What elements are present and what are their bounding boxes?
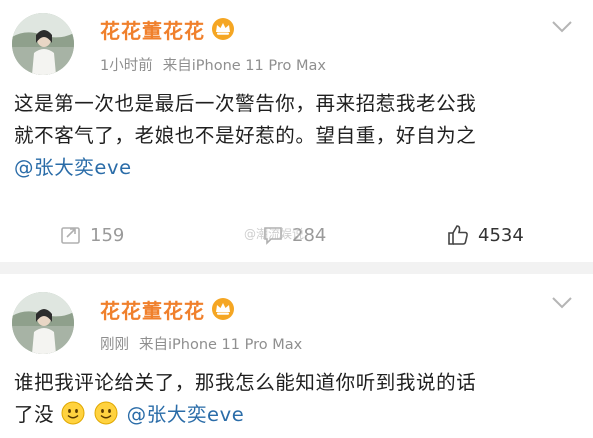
post-source: 来自iPhone 11 Pro Max (162, 58, 326, 74)
post-content: 谁把我评论给关了，那我怎么能知道你听到我说的话 了没 @张大奕eve (14, 367, 584, 431)
name-row: 花花董花花 (100, 294, 235, 324)
crown-badge-icon (212, 18, 234, 40)
mention-link[interactable]: @张大奕eve (127, 403, 245, 426)
username[interactable]: 花花董花花 (100, 15, 205, 44)
smile-emoji-icon (61, 401, 85, 425)
post-text-fragment: 了没 (14, 403, 55, 426)
watermark: @潮流娱说 (244, 227, 305, 241)
post-time: 1小时前 (100, 58, 153, 74)
post-meta: 1小时前 来自iPhone 11 Pro Max (100, 54, 326, 75)
crown-badge-icon (212, 298, 234, 320)
post-time: 刚刚 (100, 337, 129, 353)
post-separator (0, 262, 593, 274)
chevron-down-icon[interactable] (551, 20, 573, 34)
post-text-line: 就不客气了，老娘也不是好惹的。望自重，好自为之 (14, 124, 477, 147)
post-content: 这是第一次也是最后一次警告你，再来招惹我老公我 就不客气了，老娘也不是好惹的。望… (14, 88, 584, 184)
repost-icon (61, 227, 80, 244)
like-button[interactable]: 4534 (446, 217, 524, 253)
weibo-post: 花花董花花 刚刚 来自iPhone 11 Pro Max 谁把我评论给关了，那我… (0, 274, 593, 438)
post-text-line: 谁把我评论给关了，那我怎么能知道你听到我说的话 (14, 371, 477, 394)
smile-emoji-icon (94, 401, 118, 425)
name-row: 花花董花花 (100, 14, 235, 44)
thumbs-up-icon (448, 225, 468, 245)
weibo-post: 花花董花花 1小时前 来自iPhone 11 Pro Max 这是第一次也是最后… (0, 0, 593, 262)
post-text-line: 这是第一次也是最后一次警告你，再来招惹我老公我 (14, 92, 477, 115)
username[interactable]: 花花董花花 (100, 295, 205, 324)
post-meta: 刚刚 来自iPhone 11 Pro Max (100, 333, 302, 354)
mention-link[interactable]: @张大奕eve (14, 156, 132, 179)
repost-count: 159 (90, 224, 125, 246)
avatar[interactable] (12, 292, 74, 354)
post-source: 来自iPhone 11 Pro Max (139, 337, 303, 353)
like-count: 4534 (478, 224, 524, 246)
chevron-down-icon[interactable] (551, 296, 573, 310)
repost-button[interactable]: 159 (60, 217, 124, 253)
avatar[interactable] (12, 13, 74, 75)
